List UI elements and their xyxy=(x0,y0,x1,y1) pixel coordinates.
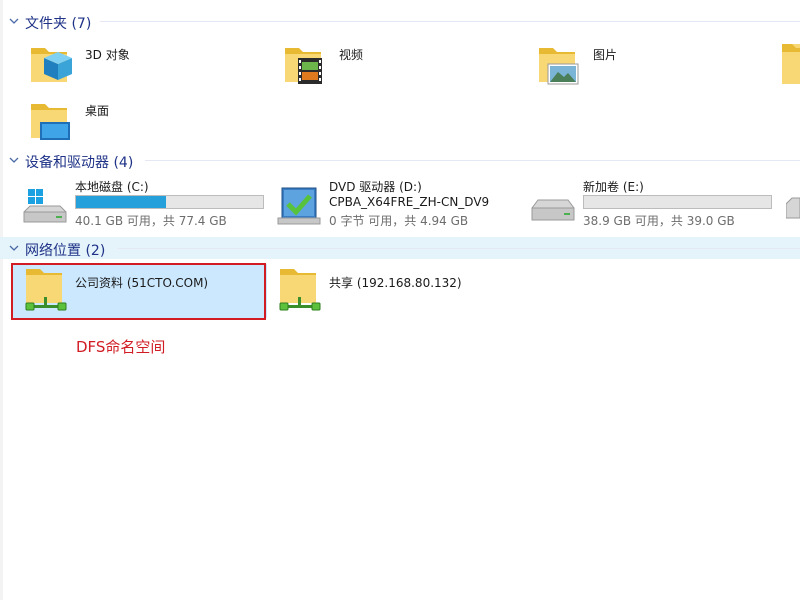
left-pane-edge xyxy=(0,0,3,600)
network-folder-icon xyxy=(279,269,321,311)
network-folder-icon xyxy=(25,269,67,311)
folder-item-pictures[interactable]: 图片 xyxy=(518,38,774,90)
windows-drive-icon xyxy=(23,189,67,223)
folder-item-videos[interactable]: 视频 xyxy=(264,38,520,90)
annotation-text: DFS命名空间 xyxy=(76,338,166,356)
network-location-label: 共享 (192.168.80.132) xyxy=(329,276,462,290)
drive-free-space: 38.9 GB 可用，共 39.0 GB xyxy=(583,214,735,228)
group-divider xyxy=(118,248,800,249)
folder-label: 图片 xyxy=(593,48,618,62)
drive-item-d[interactable]: DVD 驱动器 (D:) CPBA_X64FRE_ZH-CN_DV9 0 字节 … xyxy=(254,178,510,234)
folder-label: 桌面 xyxy=(85,104,110,118)
drive-label: 本地磁盘 (C:) xyxy=(75,180,149,194)
drive-free-space: 40.1 GB 可用，共 77.4 GB xyxy=(75,214,227,228)
drive-item-e[interactable]: 新加卷 (E:) 38.9 GB 可用，共 39.0 GB xyxy=(508,178,772,234)
folder-label: 视频 xyxy=(339,48,364,62)
group-header-folders[interactable]: 文件夹 (7) xyxy=(0,10,800,32)
folder-label: 3D 对象 xyxy=(85,48,130,62)
drive-usage-bar xyxy=(75,195,264,209)
group-divider xyxy=(100,21,800,22)
desktop-folder-icon xyxy=(31,104,70,140)
network-item-company-data[interactable]: 公司资料 (51CTO.COM) xyxy=(12,264,267,318)
group-header-network[interactable]: 网络位置 (2) xyxy=(0,237,800,259)
group-divider xyxy=(145,160,800,161)
network-location-label: 公司资料 (51CTO.COM) xyxy=(75,276,209,290)
folder-item-partial-icon[interactable] xyxy=(782,44,800,84)
drive-item-partial-icon[interactable] xyxy=(786,196,800,220)
drive-label: 新加卷 (E:) xyxy=(583,180,644,194)
drive-usage-bar xyxy=(583,195,772,209)
drive-label: DVD 驱动器 (D:) xyxy=(329,180,422,194)
videos-folder-icon xyxy=(285,48,322,84)
network-item-share[interactable]: 共享 (192.168.80.132) xyxy=(266,264,521,318)
drive-usage-fill xyxy=(76,196,166,208)
drive-volume-label: CPBA_X64FRE_ZH-CN_DV9 xyxy=(329,195,490,209)
drive-free-space: 0 字节 可用，共 4.94 GB xyxy=(329,214,469,228)
pictures-folder-icon xyxy=(539,48,579,85)
hard-drive-icon xyxy=(531,199,575,221)
folder-item-3d-objects[interactable]: 3D 对象 xyxy=(10,38,266,90)
group-header-devices[interactable]: 设备和驱动器 (4) xyxy=(0,149,800,171)
group-title: 网络位置 (2) xyxy=(25,243,106,259)
chevron-down-icon[interactable] xyxy=(8,15,20,27)
3d-objects-folder-icon xyxy=(31,48,72,82)
group-title: 设备和驱动器 (4) xyxy=(25,155,134,171)
chevron-down-icon[interactable] xyxy=(8,242,20,254)
chevron-down-icon[interactable] xyxy=(8,154,20,166)
group-title: 文件夹 (7) xyxy=(25,16,92,32)
folder-item-desktop[interactable]: 桌面 xyxy=(10,94,266,146)
dvd-drive-icon xyxy=(277,187,321,225)
drive-item-c[interactable]: 本地磁盘 (C:) 40.1 GB 可用，共 77.4 GB xyxy=(0,178,264,234)
